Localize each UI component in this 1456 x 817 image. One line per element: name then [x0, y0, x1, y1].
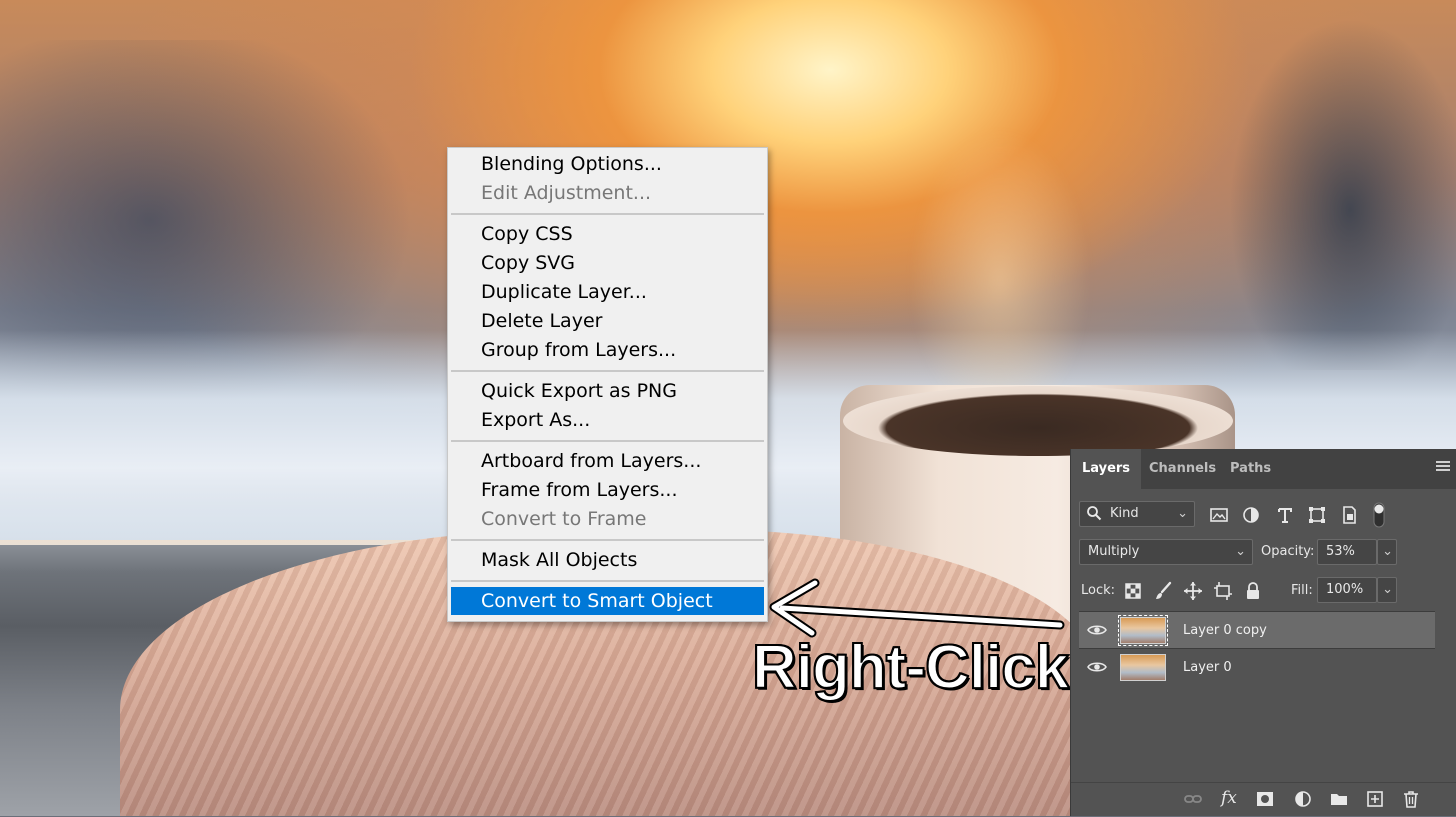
blend-mode-select[interactable]: Multiply ⌄ [1079, 539, 1253, 565]
fill-input[interactable]: 100% [1317, 577, 1377, 603]
right-click-annotation: Right-Click [751, 632, 1070, 703]
blend-row: Multiply ⌄ Opacity: 53% ⌄ [1071, 539, 1456, 567]
fill-dropdown-button[interactable]: ⌄ [1377, 577, 1397, 603]
menu-separator [451, 580, 764, 582]
menu-item-artboard-from-layers[interactable]: Artboard from Layers... [448, 447, 767, 476]
menu-item-mask-all-objects[interactable]: Mask All Objects [448, 546, 767, 575]
lock-transparent-pixels-icon[interactable] [1123, 581, 1143, 601]
lock-position-icon[interactable] [1183, 581, 1203, 601]
chevron-down-icon: ⌄ [1177, 506, 1188, 521]
adjustment-layer-icon[interactable] [1293, 789, 1313, 809]
layer-row-layer-0[interactable]: Layer 0 [1079, 648, 1435, 685]
add-mask-icon[interactable] [1255, 789, 1275, 809]
filter-kind-label: Kind [1110, 506, 1139, 521]
blurred-tree-right [1220, 20, 1456, 370]
menu-separator [451, 539, 764, 541]
new-layer-icon[interactable] [1365, 789, 1385, 809]
menu-item-export-as[interactable]: Export As... [448, 406, 767, 435]
opacity-input[interactable]: 53% [1317, 539, 1377, 565]
chevron-down-icon: ⌄ [1235, 544, 1246, 559]
fill-label: Fill: [1291, 583, 1313, 598]
lock-artboard-icon[interactable] [1213, 581, 1233, 601]
layer-thumbnail[interactable] [1118, 615, 1168, 646]
menu-separator [451, 370, 764, 372]
panel-menu-icon[interactable] [1436, 461, 1450, 473]
shape-filter-icon[interactable] [1307, 505, 1327, 525]
opacity-label: Opacity: [1261, 544, 1315, 559]
menu-item-blending-options[interactable]: Blending Options... [448, 150, 767, 179]
search-icon [1087, 506, 1102, 521]
layers-bottom-bar: fx [1071, 782, 1456, 817]
layers-panel: Layers Channels Paths Kind ⌄ Multiply ⌄ … [1070, 449, 1456, 816]
chevron-down-icon: ⌄ [1382, 544, 1393, 559]
layer-row-layer-0-copy[interactable]: Layer 0 copy [1079, 611, 1435, 648]
menu-item-convert-to-smart-object[interactable]: Convert to Smart Object [451, 587, 764, 615]
layer-context-menu: Blending Options... Edit Adjustment... C… [447, 147, 768, 622]
layer-name[interactable]: Layer 0 [1183, 649, 1232, 686]
filter-toggle-icon[interactable] [1371, 502, 1387, 528]
adjustment-filter-icon[interactable] [1241, 505, 1261, 525]
fx-icon[interactable]: fx [1221, 788, 1241, 808]
filter-row: Kind ⌄ [1071, 501, 1456, 529]
fill-value: 100% [1326, 582, 1364, 597]
image-filter-icon[interactable] [1209, 505, 1229, 525]
eye-icon[interactable] [1087, 660, 1107, 674]
menu-separator [451, 440, 764, 442]
menu-item-delete-layer[interactable]: Delete Layer [448, 307, 767, 336]
panel-tab-bar: Layers Channels Paths [1071, 449, 1456, 489]
menu-separator [451, 213, 764, 215]
tab-channels[interactable]: Channels [1149, 449, 1216, 489]
opacity-dropdown-button[interactable]: ⌄ [1377, 539, 1397, 565]
menu-item-edit-adjustment: Edit Adjustment... [481, 182, 652, 204]
lock-image-pixels-icon[interactable] [1153, 581, 1173, 601]
opacity-value: 53% [1326, 544, 1355, 559]
chevron-down-icon: ⌄ [1382, 582, 1393, 597]
lock-label: Lock: [1081, 583, 1116, 598]
type-filter-icon[interactable] [1275, 505, 1295, 525]
lock-all-icon[interactable] [1243, 581, 1263, 601]
tab-paths[interactable]: Paths [1230, 449, 1271, 489]
menu-item-convert-to-frame: Convert to Frame [481, 508, 647, 530]
menu-item-group-from-layers[interactable]: Group from Layers... [448, 336, 767, 365]
layer-thumbnail[interactable] [1120, 654, 1166, 681]
link-layers-icon[interactable] [1183, 789, 1203, 809]
menu-item-quick-export-png[interactable]: Quick Export as PNG [448, 377, 767, 406]
smart-object-filter-icon[interactable] [1339, 505, 1359, 525]
menu-item-copy-css[interactable]: Copy CSS [448, 220, 767, 249]
menu-item-copy-svg[interactable]: Copy SVG [448, 249, 767, 278]
filter-kind-select[interactable]: Kind ⌄ [1079, 501, 1195, 527]
coffee-mug-rim [843, 386, 1233, 456]
lock-row: Lock: Fill: 100% ⌄ [1071, 577, 1456, 605]
group-folder-icon[interactable] [1329, 789, 1349, 809]
layer-name[interactable]: Layer 0 copy [1183, 612, 1267, 649]
trash-icon[interactable] [1401, 789, 1421, 809]
menu-item-frame-from-layers[interactable]: Frame from Layers... [448, 476, 767, 505]
blend-mode-value: Multiply [1088, 544, 1140, 559]
tab-layers[interactable]: Layers [1071, 449, 1141, 489]
menu-item-duplicate-layer[interactable]: Duplicate Layer... [448, 278, 767, 307]
eye-icon[interactable] [1087, 623, 1107, 637]
